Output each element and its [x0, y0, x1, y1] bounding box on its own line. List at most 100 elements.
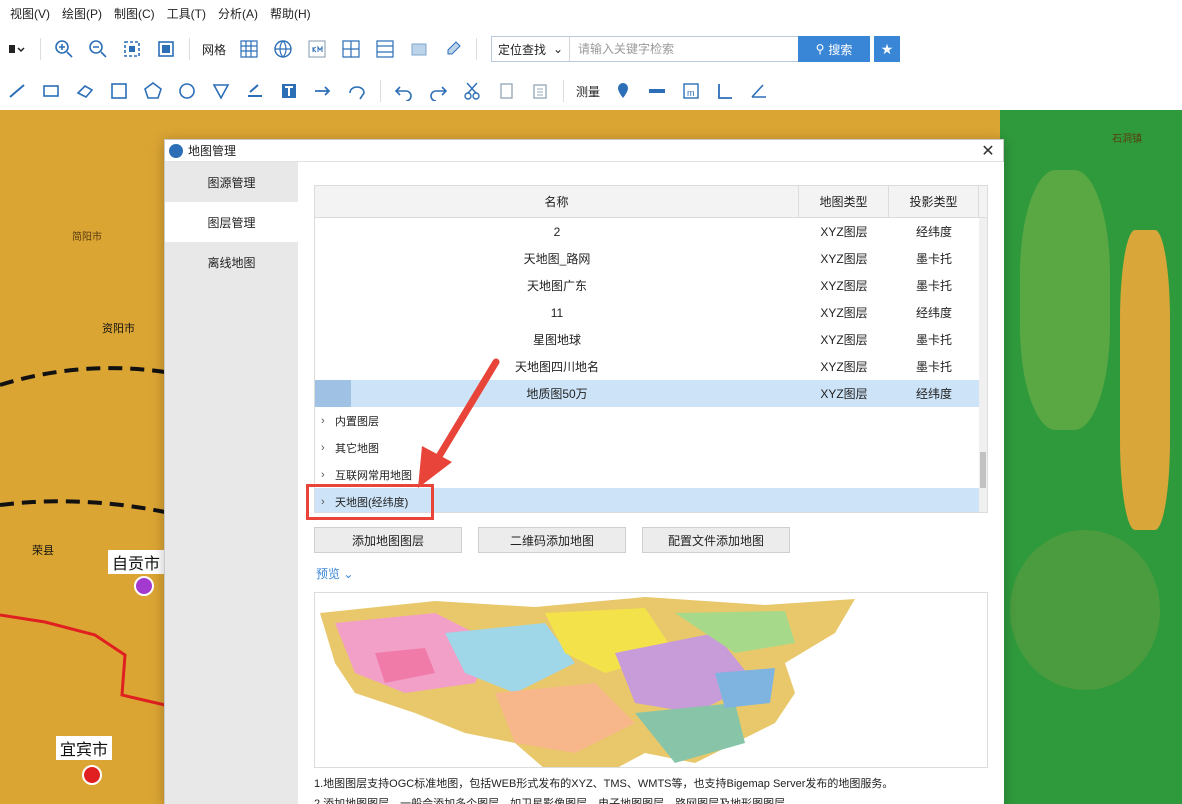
curve-icon[interactable]	[345, 79, 369, 103]
table-row[interactable]: 天地图_路网 XYZ图层 墨卡托	[315, 245, 987, 272]
note-line: 1.地图图层支持OGC标准地图，包括WEB形式发布的XYZ、TMS、WMTS等，…	[314, 778, 894, 790]
cell-projection: 经纬度	[915, 306, 952, 320]
city-marker-zigong[interactable]	[134, 576, 154, 596]
chevron-right-icon: ›	[321, 441, 325, 454]
angle-icon[interactable]	[713, 79, 737, 103]
table-row-selected[interactable]: 地质图50万 XYZ图层 经纬度	[315, 380, 987, 407]
redo-icon[interactable]	[426, 79, 450, 103]
km-grid-icon[interactable]	[305, 37, 329, 61]
config-file-add-map-button[interactable]: 配置文件添加地图	[642, 527, 790, 553]
cell-map-type: XYZ图层	[820, 306, 868, 320]
mgrs-grid-icon[interactable]	[373, 37, 397, 61]
full-extent-icon[interactable]	[154, 37, 178, 61]
area-icon[interactable]: m	[679, 79, 703, 103]
utm-grid-icon[interactable]	[339, 37, 363, 61]
text-icon[interactable]	[277, 79, 301, 103]
circle-icon[interactable]	[175, 79, 199, 103]
arrow-icon[interactable]	[311, 79, 335, 103]
square-icon[interactable]	[107, 79, 131, 103]
tree-group-other[interactable]: › 其它地图	[315, 434, 987, 461]
search-type-value: 定位查找	[498, 42, 547, 57]
close-icon[interactable]: ✕	[979, 142, 997, 160]
tree-group-builtin[interactable]: › 内置图层	[315, 407, 987, 434]
globe-grid-icon[interactable]	[271, 37, 295, 61]
sidebar-item-source-manage[interactable]: 图源管理	[165, 162, 298, 202]
preview-toggle[interactable]: 预览 ⌄	[316, 565, 353, 582]
dialog-titlebar: 地图管理	[165, 140, 1003, 162]
help-notes: 1.地图图层支持OGC标准地图，包括WEB形式发布的XYZ、TMS、WMTS等，…	[314, 774, 988, 804]
svg-text:m: m	[687, 88, 695, 98]
map-manager-dialog: 地图管理 ✕ 图源管理 图层管理 离线地图 名称 地图类型 投影类型 2 XYZ…	[164, 139, 1004, 804]
cut-icon[interactable]	[460, 79, 484, 103]
menu-cartography[interactable]: 制图(C)	[108, 5, 161, 22]
column-header-projection[interactable]: 投影类型	[889, 186, 979, 217]
city-marker-yibin[interactable]	[82, 765, 102, 785]
tree-group-label: 内置图层	[335, 415, 379, 428]
rectangle-icon[interactable]	[39, 79, 63, 103]
cell-projection: 墨卡托	[915, 279, 952, 293]
search-type-select[interactable]: 定位查找 ⌄	[492, 37, 571, 61]
zoom-extent-icon[interactable]	[120, 37, 144, 61]
scrollbar-thumb[interactable]	[980, 452, 986, 488]
distance-icon[interactable]	[645, 79, 669, 103]
selection-indicator	[315, 380, 351, 407]
location-pin-icon[interactable]	[611, 79, 635, 103]
cell-projection: 墨卡托	[915, 252, 952, 266]
table-row[interactable]: 2 XYZ图层 经纬度	[315, 218, 987, 245]
azimuth-icon[interactable]	[747, 79, 771, 103]
toolbar-separator	[189, 38, 190, 60]
table-row[interactable]: 天地图广东 XYZ图层 墨卡托	[315, 272, 987, 299]
menu-bar: 视图(V) 绘图(P) 制图(C) 工具(T) 分析(A) 帮助(H)	[0, 0, 1182, 26]
table-row[interactable]: 11 XYZ图层 经纬度	[315, 299, 987, 326]
table-row[interactable]: 天地图四川地名 XYZ图层 墨卡托	[315, 353, 987, 380]
menu-help[interactable]: 帮助(H)	[264, 5, 317, 22]
table-scrollbar[interactable]	[979, 218, 987, 512]
highlight-box	[306, 484, 434, 520]
cell-map-type: XYZ图层	[820, 360, 868, 374]
paste-icon[interactable]	[528, 79, 552, 103]
clear-icon[interactable]	[441, 37, 465, 61]
menu-tools[interactable]: 工具(T)	[161, 5, 212, 22]
toolbar-separator	[380, 80, 381, 102]
note-line: 2.添加地图图层，一般会添加多个图层，如卫星影像图层、电子地图图层、路网图层及地…	[314, 798, 797, 804]
copy-icon[interactable]	[494, 79, 518, 103]
freehand-icon[interactable]	[73, 79, 97, 103]
vegetation-area	[1000, 110, 1182, 804]
polyline-icon[interactable]	[5, 79, 29, 103]
menu-analysis[interactable]: 分析(A)	[212, 5, 264, 22]
triangle-icon[interactable]	[209, 79, 233, 103]
search-input[interactable]	[570, 37, 799, 61]
zoom-in-icon[interactable]	[52, 37, 76, 61]
main-toolbar: 网格 定位查找 ⌄ ⚲ 搜索 ★	[0, 26, 1182, 72]
menu-draw[interactable]: 绘图(P)	[56, 5, 108, 22]
column-header-name[interactable]: 名称	[315, 186, 799, 217]
star-icon: ★	[880, 40, 894, 57]
map-label-jianyang: 简阳市	[72, 232, 102, 243]
chevron-right-icon: ›	[321, 468, 325, 481]
grid-icon[interactable]	[237, 37, 261, 61]
undo-icon[interactable]	[392, 79, 416, 103]
chevron-down-icon: ⌄	[552, 42, 564, 56]
cell-name: 11	[550, 305, 564, 320]
cell-name-text: 地质图50万	[526, 387, 588, 401]
favorite-button[interactable]: ★	[874, 36, 901, 62]
cell-projection: 墨卡托	[915, 360, 952, 374]
line-style-icon[interactable]	[243, 79, 267, 103]
cell-name: 地质图50万	[315, 380, 799, 407]
zoom-out-icon[interactable]	[86, 37, 110, 61]
column-header-map-type[interactable]: 地图类型	[799, 186, 889, 217]
layer-dropdown-icon[interactable]	[5, 37, 29, 61]
menu-view[interactable]: 视图(V)	[4, 5, 56, 22]
cell-map-type: XYZ图层	[820, 387, 868, 401]
qrcode-add-map-button[interactable]: 二维码添加地图	[478, 527, 626, 553]
map-folder-icon[interactable]	[407, 37, 431, 61]
polygon-icon[interactable]	[141, 79, 165, 103]
layer-table: 名称 地图类型 投影类型 2 XYZ图层 经纬度 天地图_路网 XYZ图层 墨卡…	[314, 185, 988, 513]
sidebar-item-layer-manage[interactable]: 图层管理	[165, 202, 298, 242]
dialog-title: 地图管理	[188, 144, 237, 158]
table-row[interactable]: 星图地球 XYZ图层 墨卡托	[315, 326, 987, 353]
search-button[interactable]: ⚲ 搜索	[798, 36, 871, 62]
add-map-layer-button[interactable]: 添加地图图层	[314, 527, 462, 553]
tree-group-label: 互联网常用地图	[335, 469, 412, 482]
sidebar-item-offline-map[interactable]: 离线地图	[165, 242, 298, 282]
